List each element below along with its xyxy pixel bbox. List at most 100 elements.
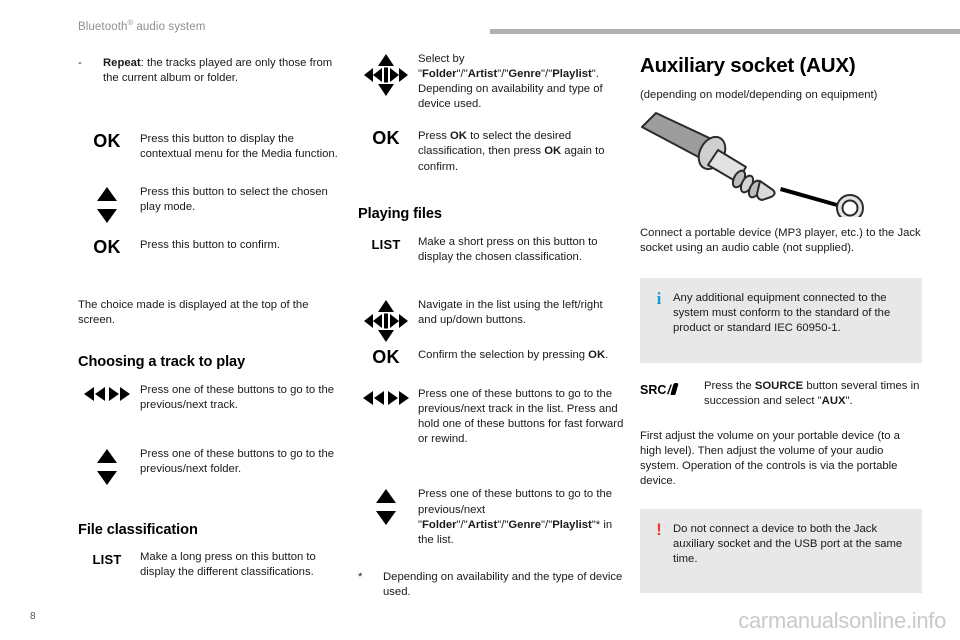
folder-t2: "/" (456, 518, 468, 531)
row-ok-select-classification: OK Press OK to select the desired classi… (358, 129, 624, 174)
list-label-text: LIST (371, 236, 401, 252)
up-down-arrows-icon[interactable] (358, 487, 414, 527)
row-select-classification: Select by "Folder"/"Artist"/"Genre"/"Pla… (358, 52, 624, 112)
src-b2: AUX (821, 394, 846, 407)
list-button-label[interactable]: LIST (358, 235, 414, 254)
four-way-navigation-glyph (364, 299, 408, 342)
choice-displayed-note: The choice made is displayed at the top … (78, 298, 309, 326)
ok-sel-b2: OK (544, 145, 562, 158)
page-number: 8 (30, 611, 36, 622)
bullet-dash: - (78, 57, 82, 69)
volume-adjust-note: First adjust the volume on your portable… (640, 429, 900, 488)
list-label-text: LIST (92, 552, 122, 568)
option-playlist: Playlist (552, 68, 592, 81)
row-updown-play-mode-text: Press this button to select the chosen p… (140, 186, 328, 214)
row-list-long-press-text: Make a long press on this button to disp… (140, 551, 316, 579)
option-artist: Artist (467, 68, 498, 81)
prev-next-arrows-glyph (363, 391, 409, 406)
info-callout-text: Any additional equipment connected to th… (673, 292, 891, 335)
up-down-arrows-glyph (376, 489, 396, 526)
four-way-navigation-icon[interactable] (358, 52, 414, 98)
list-button-label[interactable]: LIST (78, 550, 136, 569)
row-ok-confirm: OK Press this button to confirm. (78, 238, 344, 262)
header-title-rest: audio system (133, 21, 206, 33)
prev-next-arrows-glyph (84, 386, 130, 401)
aux-jack-plug-illustration (640, 109, 922, 223)
four-way-navigation-icon[interactable] (358, 298, 414, 344)
row-select-classification-text: Select by "Folder"/"Artist"/"Genre"/"Pla… (418, 53, 603, 111)
row-ok-confirm-text: Press this button to confirm. (140, 238, 281, 251)
folder-b1: Folder (422, 518, 457, 531)
ok-label-text: OK (93, 236, 121, 257)
heading-playing-files: Playing files (358, 205, 442, 222)
aux-intro-text: Connect a portable device (MP3 player, e… (640, 227, 921, 255)
warning-callout-text: Do not connect a device to both the Jack… (673, 523, 903, 566)
row-confirm-selection-text: Confirm the selection by pressing OK. (418, 348, 624, 363)
ok-label-text: OK (372, 347, 400, 368)
row-prevnext-folder-artist: Press one of these buttons to go to the … (358, 487, 624, 547)
ok-label-text: OK (93, 131, 121, 152)
ok-button-label[interactable]: OK (78, 132, 136, 152)
up-down-arrows-glyph (97, 187, 117, 224)
row-prevnext-track: Press one of these buttons to go to the … (78, 383, 344, 413)
ok-label-text: OK (372, 128, 400, 149)
footnote-asterisk: * (358, 570, 363, 583)
footnote-text: Depending on availability and the type o… (383, 570, 623, 598)
folder-b3: Genre (508, 518, 542, 531)
page-header-title: Bluetooth® audio system (78, 19, 206, 33)
option-genre: Genre (508, 68, 542, 81)
ok-button-label[interactable]: OK (358, 129, 414, 149)
prev-next-arrows-icon[interactable] (358, 387, 414, 407)
heading-file-classification: File classification (78, 522, 198, 539)
row-ok-contextual-menu: OK Press this button to display the cont… (78, 132, 344, 162)
row-list-short-press: LIST Make a short press on this button t… (358, 235, 624, 265)
repeat-bullet: - Repeat: the tracks played are only tho… (78, 56, 344, 86)
warning-icon: ! (656, 520, 662, 540)
header-rule-bar (490, 28, 960, 34)
site-watermark: carmanualsonline.info (738, 608, 946, 633)
row-source-button-text: Press the SOURCE button several times in… (704, 379, 922, 409)
folder-b2: Artist (467, 518, 498, 531)
up-down-arrows-icon[interactable] (78, 447, 136, 487)
prev-next-arrows-icon[interactable] (78, 383, 136, 403)
left-column: - Repeat: the tracks played are only tho… (78, 50, 344, 580)
row-prevnext-track-text: Press one of these buttons to go to the … (140, 383, 335, 411)
row-ok-contextual-menu-text: Press this button to display the context… (140, 133, 338, 161)
select-availability-note: Depending on availability and type of de… (418, 83, 603, 111)
repeat-bold-lead: Repeat (103, 57, 141, 69)
four-way-navigation-glyph (364, 54, 408, 96)
heading-auxiliary-socket: Auxiliary socket (AUX) (640, 54, 856, 77)
source-button-label[interactable]: SRC/ (640, 379, 700, 399)
header-title-main: Bluetooth (78, 21, 128, 33)
row-ok-select-classification-text: Press OK to select the desired classific… (418, 129, 624, 174)
row-list-short-press-text: Make a short press on this button to dis… (418, 235, 598, 263)
row-prevnext-track-list-text: Press one of these buttons to go to the … (418, 388, 624, 446)
row-navigate-list: Navigate in the list using the left/righ… (358, 298, 624, 342)
ok-sel-b1: OK (450, 130, 467, 143)
ok-sel-t1: Press (418, 130, 451, 143)
src-text: SRC (640, 382, 667, 397)
device-footnote: * Depending on availability and the type… (358, 570, 624, 600)
info-callout: i Any additional equipment connected to … (640, 278, 922, 363)
confirm-t2: . (605, 349, 609, 362)
src-bar-icon (670, 382, 679, 395)
folder-t4: "/" (541, 518, 553, 531)
ok-button-label[interactable]: OK (78, 238, 136, 258)
row-confirm-selection: OK Confirm the selection by pressing OK. (358, 348, 624, 372)
select-tail: ". (591, 68, 599, 81)
aux-subtitle: (depending on model/depending on equipme… (640, 89, 878, 101)
warning-callout: ! Do not connect a device to both the Ja… (640, 509, 922, 594)
row-prevnext-folder-artist-text: Press one of these buttons to go to the … (418, 487, 624, 547)
row-prevnext-folder-text: Press one of these buttons to go to the … (140, 447, 335, 476)
folder-b4: Playlist (552, 518, 592, 531)
confirm-t1: Confirm the selection by pressing (418, 349, 589, 362)
row-source-button: SRC/ Press the SOURCE button several tim… (640, 379, 922, 409)
row-navigate-list-text: Navigate in the list using the left/righ… (418, 298, 603, 326)
row-list-long-press: LIST Make a long press on this button to… (78, 550, 344, 580)
heading-choosing-track: Choosing a track to play (78, 353, 246, 370)
ok-button-label[interactable]: OK (358, 348, 414, 368)
up-down-arrows-icon[interactable] (78, 185, 136, 225)
middle-column: Select by "Folder"/"Artist"/"Genre"/"Pla… (358, 50, 624, 600)
src-t1: Press the (704, 379, 755, 392)
folder-t3: "/" (497, 518, 509, 531)
